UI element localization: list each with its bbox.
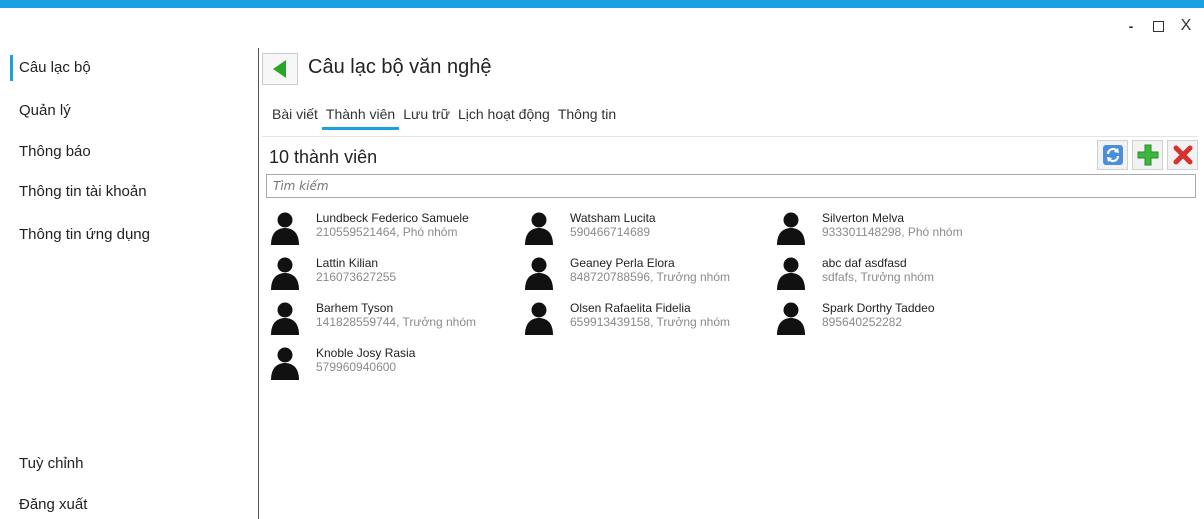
- list-item[interactable]: Watsham Lucita 590466714689: [524, 210, 764, 254]
- back-arrow-icon: [273, 60, 286, 78]
- member-count: 10 thành viên: [269, 147, 378, 167]
- tab-thanh-vien[interactable]: Thành viên: [321, 104, 403, 130]
- member-info: 590466714689: [570, 225, 651, 239]
- delete-button[interactable]: [1167, 140, 1198, 170]
- member-name: Lattin Kilian: [316, 256, 379, 270]
- member-info: 141828559744, Trưởng nhóm: [316, 315, 477, 329]
- refresh-icon: [1102, 145, 1123, 165]
- user-avatar-icon: [777, 302, 805, 335]
- tab-lich-hoat-dong[interactable]: Lịch hoạt động: [458, 104, 558, 130]
- member-name: abc daf asdfasd: [822, 256, 907, 270]
- delete-icon: [1173, 145, 1192, 165]
- list-item[interactable]: Silverton Melva 933301148298, Phó nhóm: [776, 210, 1016, 254]
- add-button[interactable]: [1132, 140, 1163, 170]
- toolbar: [1097, 140, 1198, 170]
- member-info: 216073627255: [316, 270, 397, 284]
- sidebar-item-thong-bao[interactable]: Thông báo: [10, 139, 91, 165]
- member-name: Barhem Tyson: [316, 301, 394, 315]
- sidebar-item-thong-tin-ung-dung[interactable]: Thông tin ứng dụng: [10, 222, 150, 248]
- list-item[interactable]: abc daf asdfasd sdfafs, Trưởng nhóm: [776, 255, 1016, 299]
- accent-top-bar: [0, 0, 1204, 8]
- member-name: Knoble Josy Rasia: [316, 346, 416, 360]
- member-name: Spark Dorthy Taddeo: [822, 301, 935, 315]
- member-info: 895640252282: [822, 315, 903, 329]
- sidebar-item-cau-lac-bo[interactable]: Câu lạc bộ: [10, 55, 91, 81]
- list-item[interactable]: Knoble Josy Rasia 579960940600: [270, 345, 510, 389]
- search-input[interactable]: [266, 174, 1196, 198]
- sidebar: Câu lạc bộ Quản lý Thông báo Thông tin t…: [0, 40, 256, 519]
- list-item[interactable]: Geaney Perla Elora 848720788596, Trưởng …: [524, 255, 764, 299]
- member-info: 659913439158, Trưởng nhóm: [570, 315, 731, 329]
- list-item[interactable]: Barhem Tyson 141828559744, Trưởng nhóm: [270, 300, 510, 344]
- member-info: 933301148298, Phó nhóm: [822, 225, 963, 239]
- back-button[interactable]: [262, 53, 298, 85]
- member-info: 579960940600: [316, 360, 397, 374]
- member-info: 210559521464, Phó nhóm: [316, 225, 458, 239]
- sidebar-item-quan-ly[interactable]: Quản lý: [10, 98, 71, 124]
- user-avatar-icon: [271, 302, 299, 335]
- tab-thong-tin[interactable]: Thông tin: [558, 104, 624, 130]
- sidebar-item-dang-xuat[interactable]: Đăng xuất: [10, 492, 87, 518]
- tab-bar: Bài viết Thành viên Lưu trữ Lịch hoạt độ…: [272, 104, 624, 130]
- list-item[interactable]: Olsen Rafaelita Fidelia 659913439158, Tr…: [524, 300, 764, 344]
- list-item[interactable]: Lattin Kilian 216073627255: [270, 255, 510, 299]
- main-content: Câu lạc bộ văn nghệ Bài viết Thành viên …: [262, 40, 1202, 519]
- sidebar-item-thong-tin-tai-khoan[interactable]: Thông tin tài khoản: [10, 179, 147, 205]
- minimize-button[interactable]: -: [1123, 18, 1139, 34]
- member-name: Olsen Rafaelita Fidelia: [570, 301, 691, 315]
- maximize-button[interactable]: [1153, 21, 1164, 32]
- window-controls: - X: [1123, 17, 1194, 34]
- member-info: sdfafs, Trưởng nhóm: [822, 270, 934, 284]
- tab-divider: [262, 136, 1198, 137]
- user-avatar-icon: [271, 347, 299, 380]
- list-item[interactable]: Spark Dorthy Taddeo 895640252282: [776, 300, 1016, 344]
- close-button[interactable]: X: [1178, 17, 1194, 34]
- member-name: Silverton Melva: [822, 211, 905, 225]
- member-name: Lundbeck Federico Samuele: [316, 211, 469, 225]
- member-info: 848720788596, Trưởng nhóm: [570, 270, 731, 284]
- page-title: Câu lạc bộ văn nghệ: [308, 56, 492, 78]
- add-icon: [1137, 144, 1158, 166]
- user-avatar-icon: [525, 302, 553, 335]
- tab-bai-viet[interactable]: Bài viết: [272, 104, 326, 130]
- tab-luu-tru[interactable]: Lưu trữ: [403, 104, 458, 130]
- list-item[interactable]: Lundbeck Federico Samuele 210559521464, …: [270, 210, 510, 254]
- user-avatar-icon: [777, 212, 805, 245]
- user-avatar-icon: [271, 212, 299, 245]
- member-name: Watsham Lucita: [570, 211, 656, 225]
- member-name: Geaney Perla Elora: [570, 256, 675, 270]
- user-avatar-icon: [777, 257, 805, 290]
- refresh-button[interactable]: [1097, 140, 1128, 170]
- user-avatar-icon: [271, 257, 299, 290]
- user-avatar-icon: [525, 212, 553, 245]
- user-avatar-icon: [525, 257, 553, 290]
- sidebar-divider: [258, 48, 259, 519]
- sidebar-item-tuy-chinh[interactable]: Tuỳ chỉnh: [10, 451, 83, 477]
